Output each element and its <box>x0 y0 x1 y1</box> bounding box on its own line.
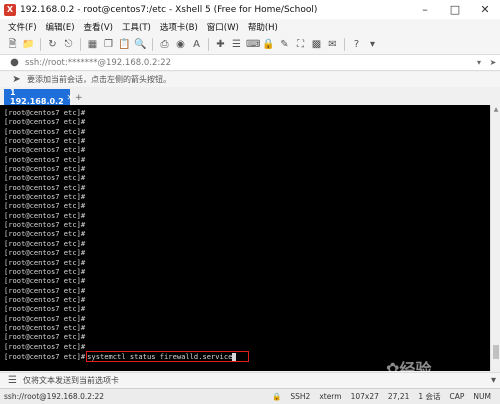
hint-text: 要添加当前会话，点击左侧的箭头按钮。 <box>27 75 171 84</box>
toolbar-separator <box>152 38 153 51</box>
terminal-line: [root@centos7 etc]# <box>4 201 86 211</box>
status-cursor: 27,21 <box>387 392 410 401</box>
fullscreen-icon[interactable]: ⛶ <box>294 38 307 51</box>
tab-session[interactable]: 1 192.168.0.2 ✕ <box>4 88 73 106</box>
xshell-app-icon: X <box>4 3 16 16</box>
terminal-line: [root@centos7 etc]# <box>4 145 86 155</box>
terminal-line: [root@centos7 etc]# <box>4 173 86 183</box>
add-session-arrow-icon[interactable]: ➤ <box>10 73 23 86</box>
script-icon[interactable]: ☰ <box>230 38 243 51</box>
terminal-line: [root@centos7 etc]# <box>4 304 86 314</box>
terminal-line: [root@centos7 etc]# <box>4 108 86 117</box>
reconnect-icon[interactable]: ↻ <box>46 38 59 51</box>
terminal-line: [root@centos7 etc]# <box>4 210 86 220</box>
terminal-line: [root@centos7 etc]# <box>4 313 86 323</box>
window-title: 192.168.0.2 - root@centos7:/etc - Xshell… <box>20 4 318 15</box>
menu-edit[interactable]: 编辑(E) <box>46 21 75 33</box>
terminal-line: [root@centos7 etc]# <box>4 126 86 136</box>
terminal-line: [root@centos7 etc]# <box>4 294 86 304</box>
terminal-line: [root@centos7 etc]# <box>4 220 86 230</box>
terminal-line: [root@centos7 etc]# <box>4 238 86 248</box>
terminal-line: [root@centos7 etc]# <box>4 266 86 276</box>
layout-icon[interactable]: ▩ <box>310 38 323 51</box>
toolbar-separator <box>208 38 209 51</box>
menu-lines-icon[interactable]: ☰ <box>6 374 19 387</box>
globe-icon[interactable]: ◉ <box>174 38 187 51</box>
tab-bar: 1 192.168.0.2 ✕ + <box>0 88 500 106</box>
terminal-line: [root@centos7 etc]# <box>4 164 86 174</box>
toolbar-separator <box>40 38 41 51</box>
chevron-down-icon[interactable]: ▾ <box>366 38 379 51</box>
menu-view[interactable]: 查看(V) <box>84 21 113 33</box>
lock-icon: 🔒 <box>272 392 282 401</box>
menu-file[interactable]: 文件(F) <box>8 21 37 33</box>
font-icon[interactable]: A <box>190 38 203 51</box>
send-text-input[interactable]: 仅将文本发送到当前选项卡 <box>23 375 487 386</box>
command-text: systemctl status firewalld.service <box>87 351 233 361</box>
status-cap: CAP <box>449 392 465 401</box>
status-bar: ssh://root@192.168.0.2:22 🔒 SSH2 xterm 1… <box>0 388 500 404</box>
terminal-line: [root@centos7 etc]# <box>4 276 86 286</box>
add-tab-icon[interactable]: + <box>70 93 83 105</box>
chat-icon[interactable]: ✉ <box>326 38 339 51</box>
disconnect-icon[interactable]: ⎋ <box>62 38 75 51</box>
properties-icon[interactable]: ▦ <box>86 38 99 51</box>
open-folder-icon[interactable]: 📁 <box>22 38 35 51</box>
highlighted-command: systemctl status firewalld.service <box>86 350 250 363</box>
status-sessions: 1 会话 <box>418 392 441 401</box>
chevron-down-icon[interactable]: ▾ <box>472 58 486 67</box>
copy-icon[interactable]: ❐ <box>102 38 115 51</box>
address-session-icon: ● <box>10 57 19 68</box>
arrow-right-icon[interactable]: ➤ <box>486 58 500 67</box>
find-icon[interactable]: 🔍 <box>134 38 147 51</box>
status-session: ssh://root@192.168.0.2:22 <box>4 392 105 401</box>
compose-icon[interactable]: ✎ <box>278 38 291 51</box>
terminal-scrollbar[interactable]: ▲ <box>490 105 500 371</box>
terminal-line: [root@centos7 etc]# <box>4 248 86 258</box>
keyboard-icon[interactable]: ⌨ <box>246 38 260 51</box>
paste-icon[interactable]: 📋 <box>118 38 131 51</box>
chevron-down-icon[interactable]: ▾ <box>487 374 500 387</box>
toolbar-separator <box>344 38 345 51</box>
help-icon[interactable]: ? <box>350 38 363 51</box>
status-term: xterm <box>319 392 342 401</box>
terminal-line: [root@centos7 etc]# <box>4 182 86 192</box>
menu-bar: 文件(F) 编辑(E) 查看(V) 工具(T) 选项卡(B) 窗口(W) 帮助(… <box>0 19 500 35</box>
terminal-line: [root@centos7 etc]# <box>4 229 86 239</box>
address-bar: ● ssh://root:*******@192.168.0.2:22 ▾ ➤ <box>0 55 500 71</box>
print-icon[interactable]: ⎙ <box>158 38 171 51</box>
toolbar: 🗎 📁 ↻ ⎋ ▦ ❐ 📋 🔍 ⎙ ◉ A ✚ ☰ ⌨ 🔒 ✎ ⛶ ▩ ✉ ? … <box>0 35 500 55</box>
menu-tools[interactable]: 工具(T) <box>122 21 151 33</box>
minimize-button[interactable]: – <box>410 0 440 19</box>
toolbar-separator <box>80 38 81 51</box>
tab-label: 1 192.168.0.2 <box>10 88 64 106</box>
terminal-line: [root@centos7 etc]# <box>4 285 86 295</box>
terminal-prompt: [root@centos7 etc]# <box>4 351 86 361</box>
address-input[interactable]: ssh://root:*******@192.168.0.2:22 <box>25 58 472 68</box>
status-num: NUM <box>473 392 491 401</box>
terminal[interactable]: [root@centos7 etc]# [root@centos7 etc]# … <box>0 105 490 371</box>
terminal-line: [root@centos7 etc]# <box>4 322 86 332</box>
title-bar: X 192.168.0.2 - root@centos7:/etc - Xshe… <box>0 0 500 19</box>
close-button[interactable]: ✕ <box>470 0 500 19</box>
terminal-line: [root@centos7 etc]# <box>4 257 86 267</box>
transfer-icon[interactable]: ✚ <box>214 38 227 51</box>
scroll-up-icon[interactable]: ▲ <box>491 105 500 115</box>
hint-bar: ➤ 要添加当前会话，点击左侧的箭头按钮。 <box>0 72 500 87</box>
terminal-line: [root@centos7 etc]# <box>4 154 86 164</box>
menu-window[interactable]: 窗口(W) <box>207 21 239 33</box>
terminal-line: [root@centos7 etc]# <box>4 192 86 202</box>
status-size: 107x27 <box>350 392 379 401</box>
new-session-icon[interactable]: 🗎 <box>6 38 19 51</box>
send-bar: ☰ 仅将文本发送到当前选项卡 ▾ <box>0 372 500 388</box>
terminal-line: [root@centos7 etc]# <box>4 136 86 146</box>
maximize-button[interactable]: □ <box>440 0 470 19</box>
lock-icon[interactable]: 🔒 <box>262 38 275 51</box>
terminal-cursor <box>232 352 237 361</box>
terminal-line: [root@centos7 etc]# <box>4 117 86 127</box>
menu-tab[interactable]: 选项卡(B) <box>160 21 198 33</box>
status-protocol: SSH2 <box>290 392 311 401</box>
terminal-line: [root@centos7 etc]# <box>4 332 86 342</box>
menu-help[interactable]: 帮助(H) <box>248 21 278 33</box>
